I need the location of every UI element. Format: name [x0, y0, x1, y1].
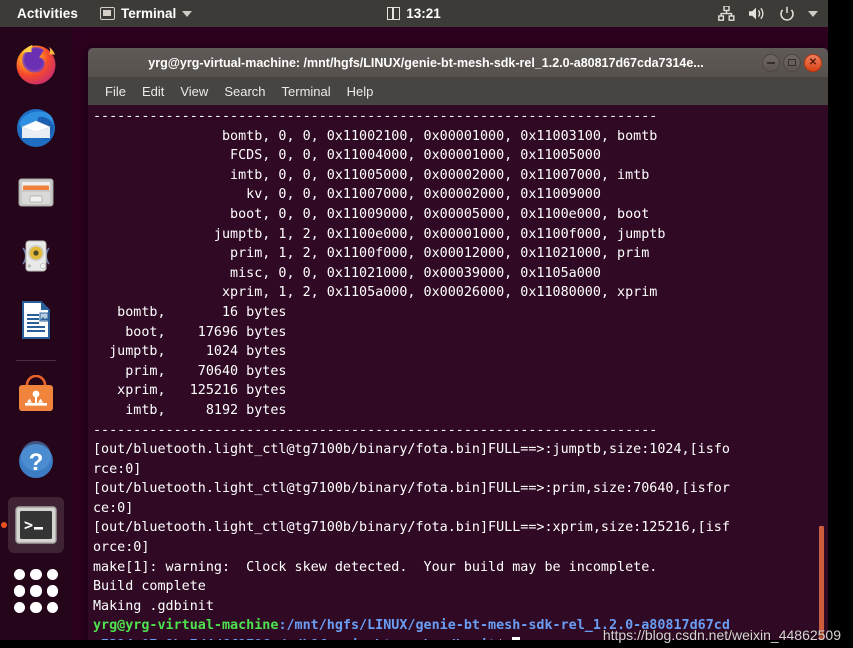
show-applications-button[interactable]: [8, 561, 64, 617]
help-icon: ?: [19, 441, 53, 478]
dock-item-help[interactable]: ?: [8, 433, 64, 489]
dock-item-rhythmbox[interactable]: [8, 228, 64, 284]
terminal-icon: >: [15, 506, 57, 544]
close-button[interactable]: ✕: [804, 53, 822, 72]
dock-item-thunderbird[interactable]: [8, 100, 64, 156]
terminal-scrollbar[interactable]: [815, 105, 828, 640]
terminal-window: yrg@yrg-virtual-machine: /mnt/hgfs/LINUX…: [88, 48, 828, 640]
app-menu-label: Terminal: [121, 6, 177, 21]
status-indicators[interactable]: [718, 6, 818, 22]
dock-item-ubuntu-software[interactable]: [8, 369, 64, 425]
launcher-dock: ? >: [0, 27, 72, 640]
dock-item-firefox[interactable]: [8, 36, 64, 92]
power-icon[interactable]: [779, 6, 795, 22]
menu-search[interactable]: Search: [217, 81, 272, 102]
chevron-down-icon[interactable]: [808, 10, 818, 17]
menu-bar: File Edit View Search Terminal Help: [88, 78, 828, 106]
window-controls: ✕: [762, 48, 822, 77]
watermark-text: https://blog.csdn.net/weixin_44862509: [602, 627, 841, 643]
volume-icon[interactable]: [748, 6, 766, 21]
scrollbar-thumb[interactable]: [819, 526, 824, 640]
svg-text:?: ?: [29, 449, 44, 476]
dock-item-terminal[interactable]: >: [8, 497, 64, 553]
desktop-screen: Activities Terminal 13:21 ? > yrg@yrg-vi…: [0, 0, 828, 640]
files-icon: [18, 178, 54, 207]
terminal-output-area[interactable]: ----------------------------------------…: [88, 105, 828, 640]
maximize-button[interactable]: [783, 53, 801, 72]
gnome-top-bar: Activities Terminal 13:21: [0, 0, 828, 27]
apps-grid-icon: [14, 569, 58, 613]
minimize-button[interactable]: [762, 53, 780, 72]
network-icon[interactable]: [718, 6, 735, 21]
libreoffice-writer-icon: [22, 301, 50, 339]
terminal-text: ----------------------------------------…: [93, 107, 809, 640]
ubuntu-software-icon: [19, 375, 53, 411]
terminal-icon: [100, 7, 116, 20]
rhythmbox-icon: [22, 240, 50, 272]
dock-item-files[interactable]: [8, 164, 64, 220]
dock-separator: [16, 360, 56, 361]
dock-item-libreoffice-writer[interactable]: [8, 292, 64, 348]
chevron-down-icon: [182, 10, 193, 17]
menu-terminal[interactable]: Terminal: [275, 81, 338, 102]
activities-button[interactable]: Activities: [11, 4, 84, 23]
calendar-icon: [387, 7, 401, 20]
window-title: yrg@yrg-virtual-machine: /mnt/hgfs/LINUX…: [148, 55, 704, 70]
firefox-icon: [16, 45, 56, 85]
thunderbird-icon: [17, 109, 55, 147]
menu-view[interactable]: View: [173, 81, 215, 102]
app-menu-button[interactable]: Terminal: [100, 6, 193, 21]
clock-label: 13:21: [406, 6, 441, 21]
window-title-bar[interactable]: yrg@yrg-virtual-machine: /mnt/hgfs/LINUX…: [88, 48, 828, 78]
menu-help[interactable]: Help: [340, 81, 381, 102]
svg-text:>: >: [24, 516, 33, 534]
menu-file[interactable]: File: [98, 81, 133, 102]
menu-edit[interactable]: Edit: [135, 81, 171, 102]
